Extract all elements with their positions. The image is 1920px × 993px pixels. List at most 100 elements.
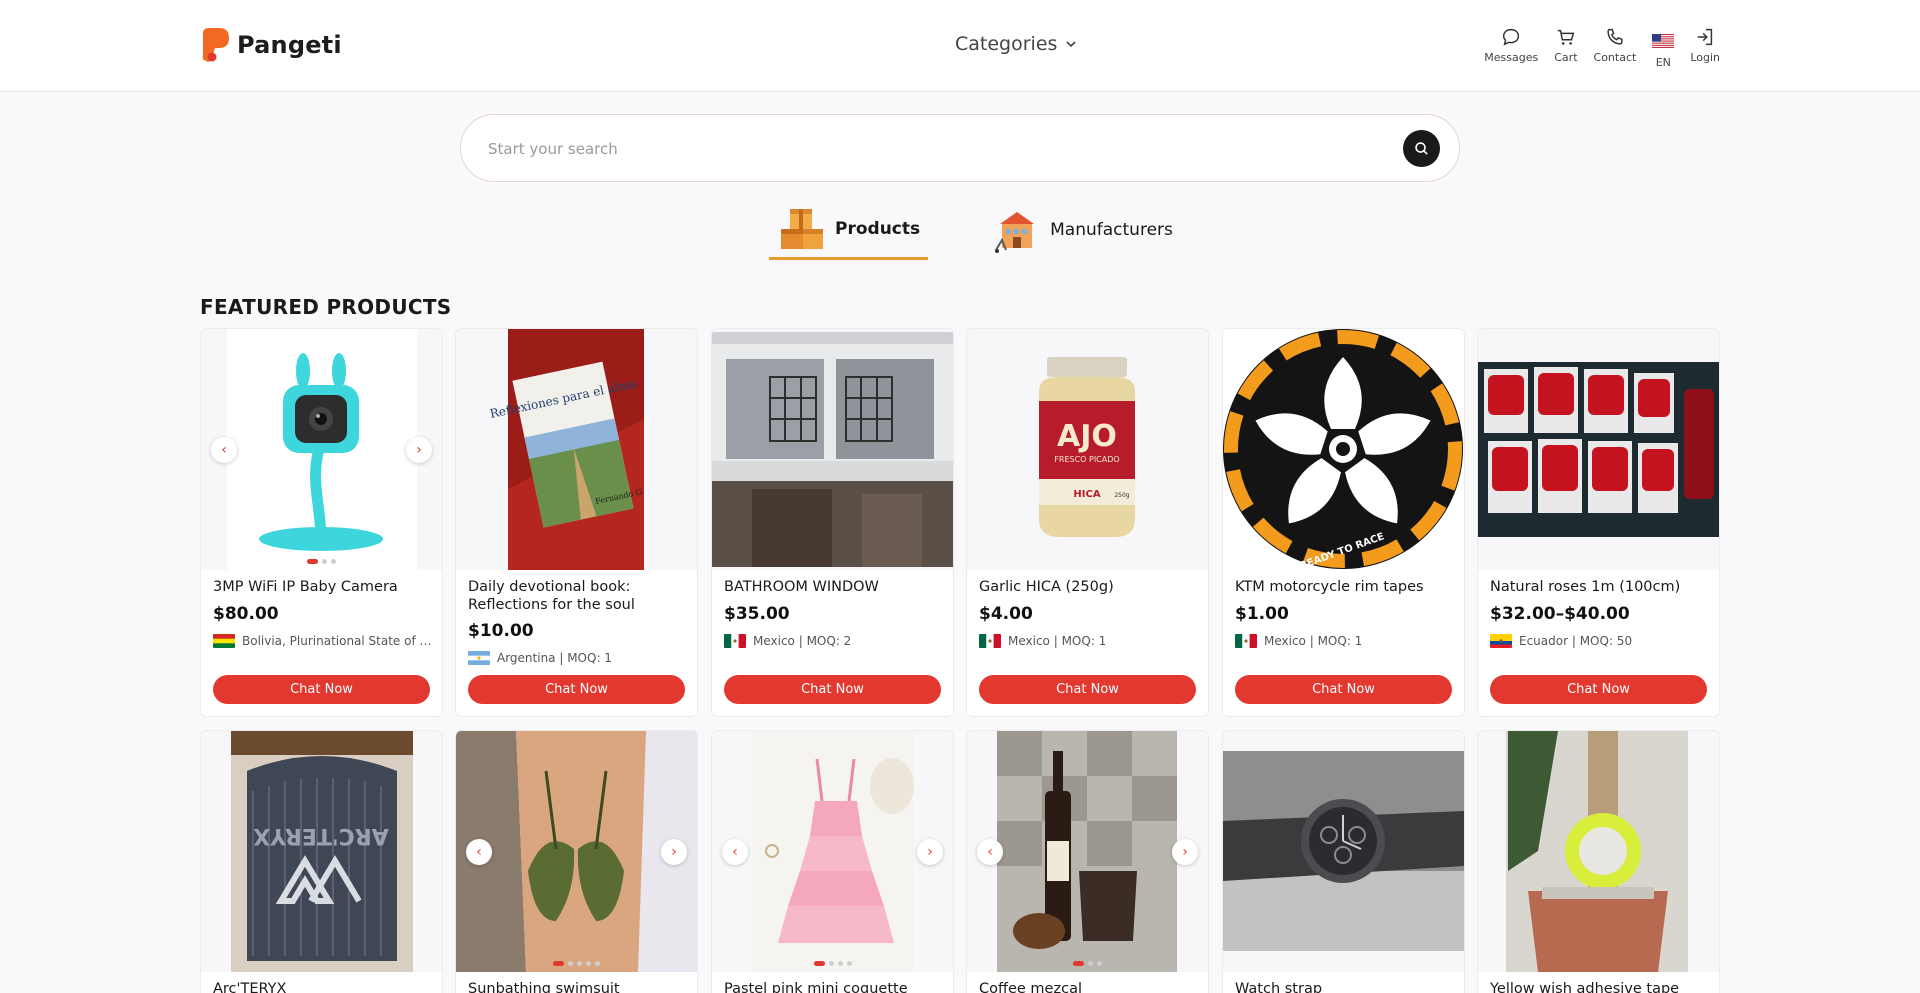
tab-products[interactable]: Products (769, 200, 929, 260)
product-image: READY TO RACE (1223, 329, 1464, 570)
carousel-prev-button[interactable]: ‹ (977, 839, 1003, 865)
product-card[interactable]: ‹ › Coffee mezcal (966, 730, 1209, 993)
nav-cart-label: Cart (1554, 51, 1578, 64)
product-title[interactable]: Yellow wish adhesive tape (1490, 980, 1710, 993)
carousel-dot[interactable] (846, 961, 852, 966)
product-image (712, 329, 953, 570)
product-origin-moq: Argentina | MOQ: 1 (497, 651, 612, 665)
categories-dropdown[interactable]: Categories (955, 33, 1077, 55)
product-title[interactable]: BATHROOM WINDOW (724, 578, 944, 596)
product-image: ‹ › (201, 329, 442, 570)
nav-login-label: Login (1690, 51, 1720, 64)
carousel-dot[interactable] (837, 961, 843, 966)
adhesive-tape-photo (1506, 731, 1688, 972)
product-card[interactable]: BATHROOM WINDOW $35.00 Mexico | MOQ: 2 C… (711, 328, 954, 717)
jar-weight-text: 250g (1114, 492, 1129, 499)
carousel-next-button[interactable]: › (1172, 839, 1198, 865)
product-card[interactable]: Reflexiones para el alma Fernando G Dail… (455, 328, 698, 717)
chat-now-button[interactable]: Chat Now (1235, 675, 1452, 704)
product-image (1478, 329, 1719, 570)
product-title[interactable]: Watch strap (1235, 980, 1455, 993)
chat-now-button[interactable]: Chat Now (468, 675, 685, 704)
featured-products-heading: FEATURED PRODUCTS (200, 295, 452, 319)
product-card[interactable]: Watch strap (1222, 730, 1465, 993)
product-title[interactable]: Daily devotional book: Reflections for t… (468, 578, 688, 614)
nav-messages[interactable]: Messages (1484, 26, 1538, 69)
pangeti-logo-icon (202, 28, 229, 62)
product-card[interactable]: ‹ › 3MP WiFi IP Baby Camera $80.00 Boliv… (200, 328, 443, 717)
chat-now-button[interactable]: Chat Now (724, 675, 941, 704)
product-title[interactable]: Coffee mezcal (979, 980, 1199, 993)
mexico-flag-icon (979, 634, 1001, 648)
carousel-dot[interactable] (1088, 961, 1093, 966)
carousel-dot[interactable] (322, 559, 327, 564)
nav-messages-label: Messages (1484, 51, 1539, 64)
tab-manufacturers[interactable]: Manufacturers (984, 200, 1181, 260)
carousel-dot[interactable] (586, 961, 591, 966)
product-card[interactable]: ‹ › Sunbathing swimsuit (455, 730, 698, 993)
login-icon (1697, 28, 1713, 46)
product-title[interactable]: Garlic HICA (250g) (979, 578, 1199, 596)
nav-language[interactable]: EN (1652, 26, 1675, 69)
product-card[interactable]: READY TO RACE KTM motorcycle rim tapes $… (1222, 328, 1465, 717)
product-meta: Ecuador | MOQ: 50 (1490, 634, 1710, 648)
product-card[interactable]: ARC'TERYX Arc'TERYX (200, 730, 443, 993)
product-origin-moq: Mexico | MOQ: 1 (1008, 634, 1107, 648)
product-title[interactable]: 3MP WiFi IP Baby Camera (213, 578, 433, 596)
product-card[interactable]: AJO FRESCO PICADO HICA 250g Garlic HICA … (966, 328, 1209, 717)
carousel-dot[interactable] (331, 559, 336, 564)
product-card[interactable]: Natural roses 1m (100cm) $32.00–$40.00 E… (1477, 328, 1720, 717)
carousel-dot[interactable] (813, 961, 825, 966)
argentina-flag-icon (468, 651, 490, 665)
product-meta: Mexico | MOQ: 1 (979, 634, 1199, 648)
carousel-dot[interactable] (307, 559, 318, 564)
logo[interactable]: Pangeti (199, 27, 342, 63)
chat-now-button[interactable]: Chat Now (213, 675, 430, 704)
carousel-dot[interactable] (1073, 961, 1084, 966)
carousel-dot[interactable] (595, 961, 600, 966)
search-type-tabs: Products Manufacturers (769, 200, 1181, 262)
carousel-dots (201, 559, 442, 564)
mexico-flag-icon (724, 634, 746, 648)
product-card[interactable]: Yellow wish adhesive tape (1477, 730, 1720, 993)
carousel-prev-button[interactable]: ‹ (211, 437, 237, 463)
search-input[interactable] (488, 135, 1348, 163)
product-price: $4.00 (979, 604, 1033, 624)
product-title[interactable]: Pastel pink mini coquette (724, 980, 944, 993)
product-meta: Bolivia, Plurinational State of | … (213, 634, 433, 648)
product-title[interactable]: Arc'TERYX (213, 980, 433, 993)
product-card[interactable]: ‹ › Pastel pink mini coquette (711, 730, 954, 993)
jar-label-text: HICA (1073, 489, 1100, 500)
nav-cart[interactable]: Cart (1554, 26, 1578, 69)
nav-language-label: EN (1655, 56, 1671, 69)
carousel-prev-button[interactable]: ‹ (722, 839, 748, 865)
bolivia-flag-icon (213, 634, 235, 648)
product-title[interactable]: Sunbathing swimsuit (468, 980, 688, 993)
product-origin-moq: Mexico | MOQ: 2 (753, 634, 852, 648)
product-image (1478, 731, 1719, 972)
carousel-dot[interactable] (828, 961, 834, 966)
carousel-dot[interactable] (577, 961, 582, 966)
carousel-dot[interactable] (568, 961, 573, 966)
beanie-brand-text: ARC'TERYX (253, 823, 389, 848)
chat-bubble-icon (1503, 28, 1520, 46)
nav-login[interactable]: Login (1690, 26, 1720, 69)
search-button[interactable] (1403, 130, 1440, 167)
carousel-next-button[interactable]: › (917, 839, 943, 865)
product-title[interactable]: Natural roses 1m (100cm) (1490, 578, 1710, 596)
carousel-next-button[interactable]: › (406, 437, 432, 463)
product-price: $10.00 (468, 621, 534, 641)
roses-photo (1478, 362, 1719, 537)
product-title[interactable]: KTM motorcycle rim tapes (1235, 578, 1455, 596)
jar-brand-text: AJO (1057, 419, 1117, 454)
chat-now-button[interactable]: Chat Now (979, 675, 1196, 704)
nav-contact[interactable]: Contact (1594, 26, 1636, 69)
chat-now-button[interactable]: Chat Now (1490, 675, 1707, 704)
carousel-prev-button[interactable]: ‹ (466, 839, 492, 865)
carousel-next-button[interactable]: › (661, 839, 687, 865)
product-image: ‹ › (712, 731, 953, 972)
product-price: $32.00–$40.00 (1490, 604, 1630, 624)
carousel-dot[interactable] (553, 961, 564, 966)
devotional-book-photo: Reflexiones para el alma Fernando G (489, 329, 644, 570)
carousel-dot[interactable] (1097, 961, 1102, 966)
